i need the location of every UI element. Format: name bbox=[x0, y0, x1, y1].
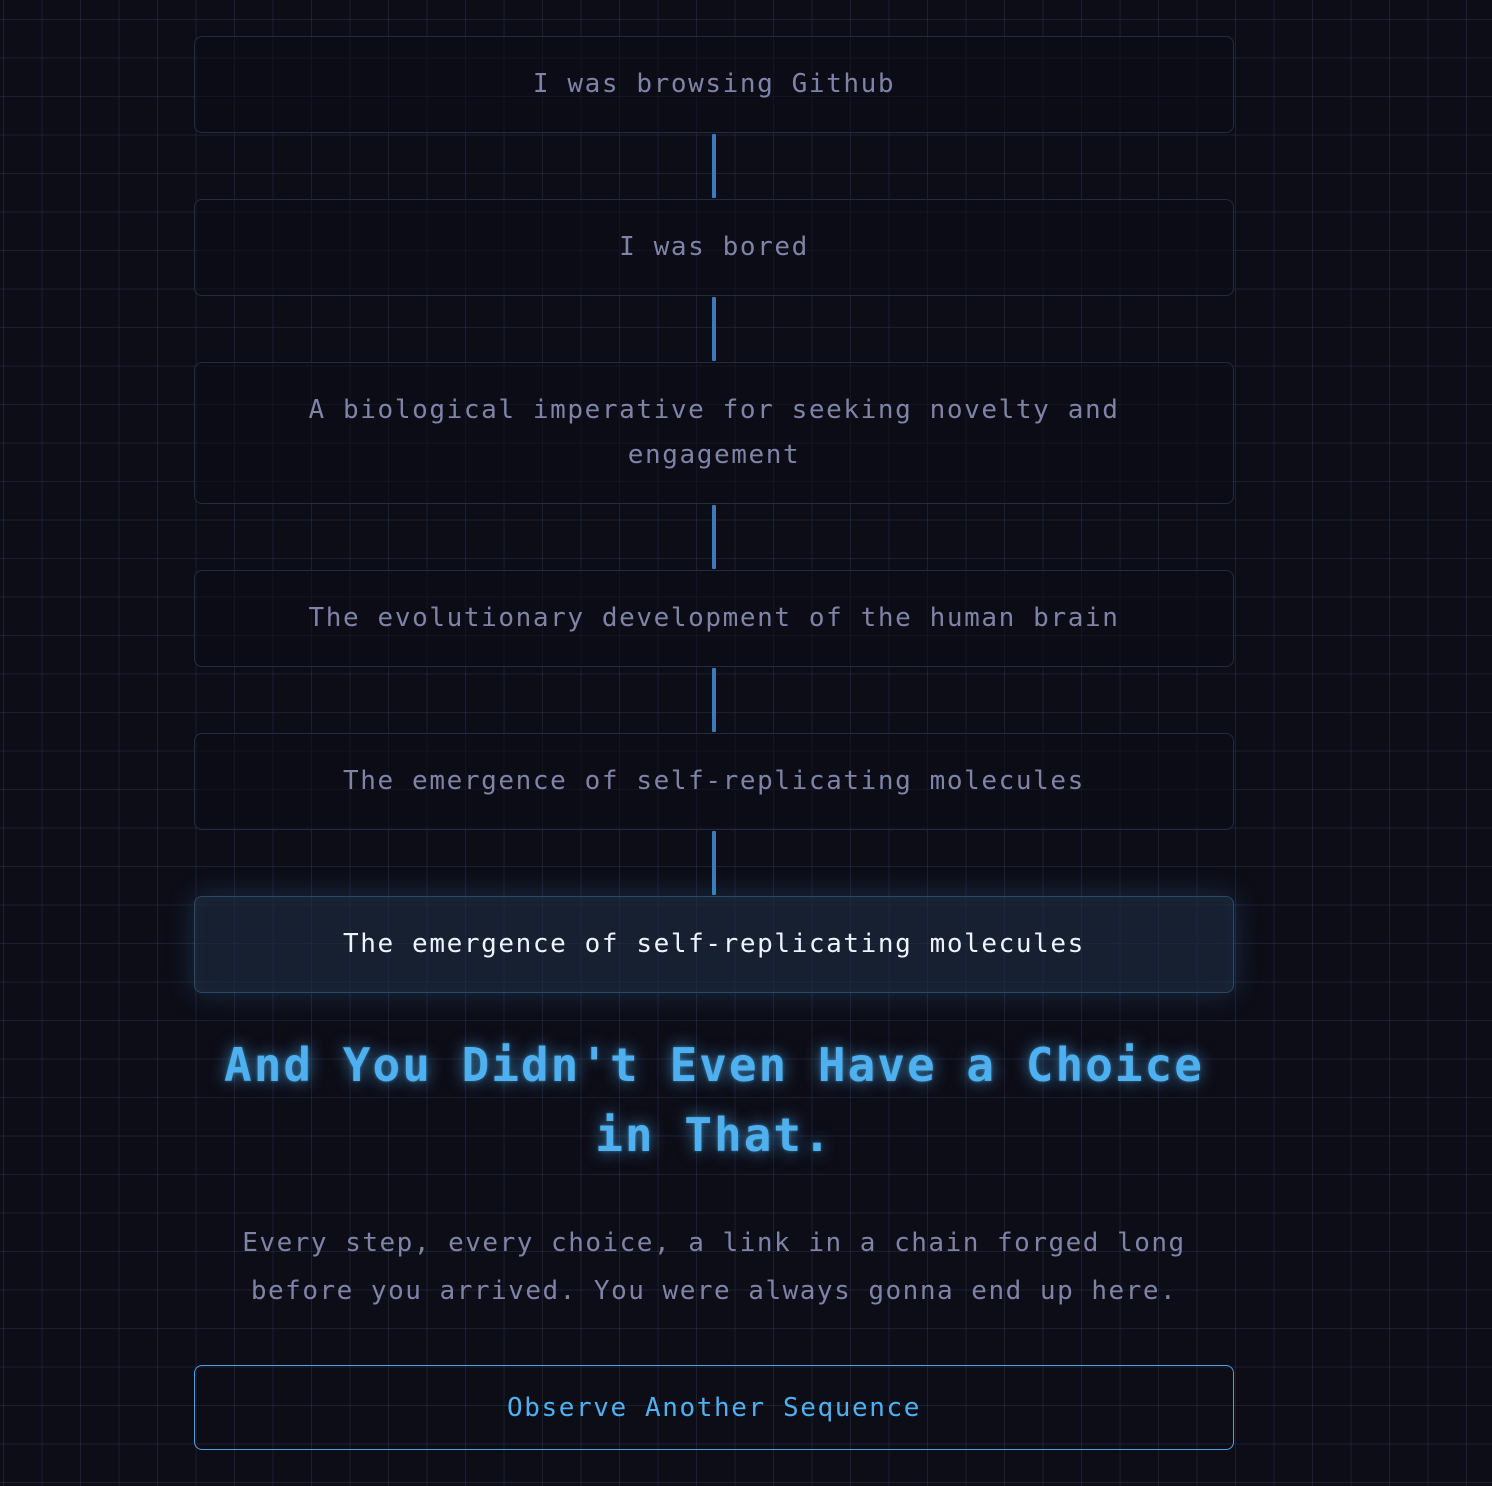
chain-step: I was bored bbox=[194, 199, 1234, 296]
headline: And You Didn't Even Have a Choice in Tha… bbox=[224, 1038, 1204, 1162]
chain-connector bbox=[712, 505, 716, 569]
chain-step: I was browsing Github bbox=[194, 36, 1234, 133]
chain-connector bbox=[712, 134, 716, 198]
chain-connector bbox=[712, 668, 716, 732]
chain-step: The emergence of self-replicating molecu… bbox=[194, 733, 1234, 830]
chain-connector bbox=[712, 831, 716, 895]
causal-chain: I was browsing Github I was bored A biol… bbox=[194, 36, 1234, 993]
chain-final-step: The emergence of self-replicating molecu… bbox=[194, 896, 1234, 993]
subtext: Every step, every choice, a link in a ch… bbox=[242, 1228, 1186, 1306]
chain-connector bbox=[712, 297, 716, 361]
observe-another-sequence-button[interactable]: Observe Another Sequence bbox=[194, 1365, 1234, 1450]
chain-step: The evolutionary development of the huma… bbox=[194, 570, 1234, 667]
chain-step: A biological imperative for seeking nove… bbox=[194, 362, 1234, 504]
